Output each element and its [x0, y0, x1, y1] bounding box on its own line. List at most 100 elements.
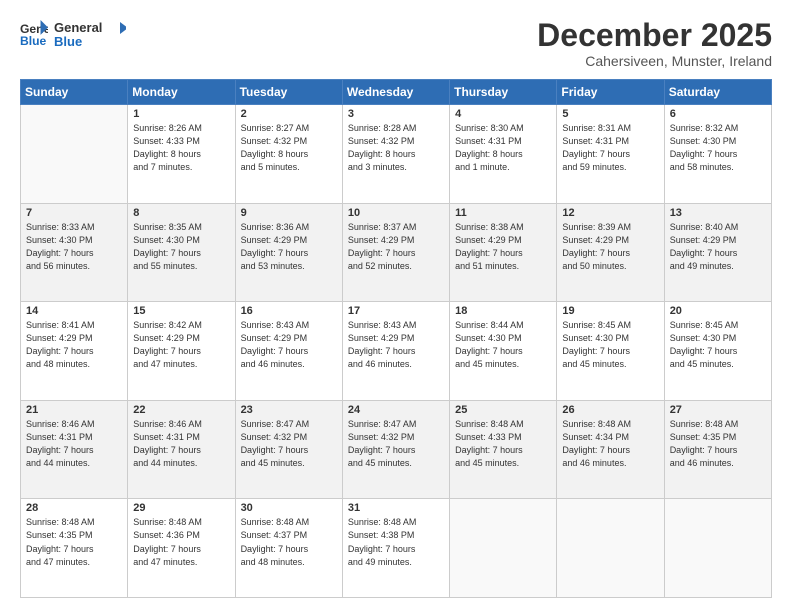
day-info: Sunrise: 8:42 AM Sunset: 4:29 PM Dayligh…	[133, 319, 229, 371]
day-info: Sunrise: 8:41 AM Sunset: 4:29 PM Dayligh…	[26, 319, 122, 371]
day-info: Sunrise: 8:27 AM Sunset: 4:32 PM Dayligh…	[241, 122, 337, 174]
day-info: Sunrise: 8:44 AM Sunset: 4:30 PM Dayligh…	[455, 319, 551, 371]
day-info: Sunrise: 8:45 AM Sunset: 4:30 PM Dayligh…	[562, 319, 658, 371]
subtitle: Cahersiveen, Munster, Ireland	[537, 53, 772, 69]
day-info: Sunrise: 8:28 AM Sunset: 4:32 PM Dayligh…	[348, 122, 444, 174]
col-thursday: Thursday	[450, 80, 557, 105]
col-friday: Friday	[557, 80, 664, 105]
table-row: 13 Sunrise: 8:40 AM Sunset: 4:29 PM Dayli…	[664, 203, 771, 302]
table-row: 9 Sunrise: 8:36 AM Sunset: 4:29 PM Daylig…	[235, 203, 342, 302]
day-info: Sunrise: 8:48 AM Sunset: 4:33 PM Dayligh…	[455, 418, 551, 470]
table-row: 24 Sunrise: 8:47 AM Sunset: 4:32 PM Dayli…	[342, 400, 449, 499]
day-number: 11	[455, 207, 551, 219]
day-number: 24	[348, 404, 444, 416]
logo-icon: General Blue	[20, 20, 48, 48]
day-info: Sunrise: 8:48 AM Sunset: 4:35 PM Dayligh…	[26, 516, 122, 568]
table-row: 11 Sunrise: 8:38 AM Sunset: 4:29 PM Dayli…	[450, 203, 557, 302]
table-row	[664, 499, 771, 598]
header: General Blue General Blue December 2025 …	[20, 18, 772, 69]
col-wednesday: Wednesday	[342, 80, 449, 105]
day-info: Sunrise: 8:48 AM Sunset: 4:34 PM Dayligh…	[562, 418, 658, 470]
calendar-week-row: 14 Sunrise: 8:41 AM Sunset: 4:29 PM Dayli…	[21, 302, 772, 401]
logo-svg: General Blue	[54, 18, 126, 50]
day-info: Sunrise: 8:40 AM Sunset: 4:29 PM Dayligh…	[670, 221, 766, 273]
day-number: 20	[670, 305, 766, 317]
day-number: 19	[562, 305, 658, 317]
day-info: Sunrise: 8:47 AM Sunset: 4:32 PM Dayligh…	[348, 418, 444, 470]
table-row: 15 Sunrise: 8:42 AM Sunset: 4:29 PM Dayli…	[128, 302, 235, 401]
table-row: 28 Sunrise: 8:48 AM Sunset: 4:35 PM Dayli…	[21, 499, 128, 598]
day-info: Sunrise: 8:47 AM Sunset: 4:32 PM Dayligh…	[241, 418, 337, 470]
table-row: 19 Sunrise: 8:45 AM Sunset: 4:30 PM Dayli…	[557, 302, 664, 401]
day-info: Sunrise: 8:46 AM Sunset: 4:31 PM Dayligh…	[133, 418, 229, 470]
day-number: 9	[241, 207, 337, 219]
day-number: 4	[455, 108, 551, 120]
day-number: 22	[133, 404, 229, 416]
table-row: 29Sunrise: 8:48 AM Sunset: 4:36 PM Dayli…	[128, 499, 235, 598]
day-info: Sunrise: 8:38 AM Sunset: 4:29 PM Dayligh…	[455, 221, 551, 273]
table-row: 17Sunrise: 8:43 AM Sunset: 4:29 PM Dayli…	[342, 302, 449, 401]
col-monday: Monday	[128, 80, 235, 105]
day-number: 16	[241, 305, 337, 317]
col-saturday: Saturday	[664, 80, 771, 105]
day-number: 13	[670, 207, 766, 219]
day-number: 31	[348, 502, 444, 514]
day-number: 14	[26, 305, 122, 317]
table-row: 20 Sunrise: 8:45 AM Sunset: 4:30 PM Dayli…	[664, 302, 771, 401]
calendar-table: Sunday Monday Tuesday Wednesday Thursday…	[20, 79, 772, 598]
day-number: 27	[670, 404, 766, 416]
table-row: 3Sunrise: 8:28 AM Sunset: 4:32 PM Daylig…	[342, 105, 449, 204]
day-number: 17	[348, 305, 444, 317]
table-row: 23Sunrise: 8:47 AM Sunset: 4:32 PM Dayli…	[235, 400, 342, 499]
table-row	[557, 499, 664, 598]
svg-text:Blue: Blue	[54, 34, 82, 49]
day-number: 1	[133, 108, 229, 120]
day-info: Sunrise: 8:45 AM Sunset: 4:30 PM Dayligh…	[670, 319, 766, 371]
table-row: 5Sunrise: 8:31 AM Sunset: 4:31 PM Daylig…	[557, 105, 664, 204]
table-row: 16Sunrise: 8:43 AM Sunset: 4:29 PM Dayli…	[235, 302, 342, 401]
day-number: 28	[26, 502, 122, 514]
table-row: 10Sunrise: 8:37 AM Sunset: 4:29 PM Dayli…	[342, 203, 449, 302]
table-row: 1Sunrise: 8:26 AM Sunset: 4:33 PM Daylig…	[128, 105, 235, 204]
day-info: Sunrise: 8:36 AM Sunset: 4:29 PM Dayligh…	[241, 221, 337, 273]
table-row: 21 Sunrise: 8:46 AM Sunset: 4:31 PM Dayli…	[21, 400, 128, 499]
table-row	[450, 499, 557, 598]
calendar-header-row: Sunday Monday Tuesday Wednesday Thursday…	[21, 80, 772, 105]
day-number: 10	[348, 207, 444, 219]
day-number: 26	[562, 404, 658, 416]
day-number: 5	[562, 108, 658, 120]
table-row: 27 Sunrise: 8:48 AM Sunset: 4:35 PM Dayli…	[664, 400, 771, 499]
day-number: 15	[133, 305, 229, 317]
day-info: Sunrise: 8:48 AM Sunset: 4:37 PM Dayligh…	[241, 516, 337, 568]
table-row: 22 Sunrise: 8:46 AM Sunset: 4:31 PM Dayli…	[128, 400, 235, 499]
day-number: 29	[133, 502, 229, 514]
svg-text:General: General	[54, 20, 102, 35]
day-info: Sunrise: 8:32 AM Sunset: 4:30 PM Dayligh…	[670, 122, 766, 174]
day-number: 12	[562, 207, 658, 219]
table-row	[21, 105, 128, 204]
table-row: 12 Sunrise: 8:39 AM Sunset: 4:29 PM Dayli…	[557, 203, 664, 302]
day-info: Sunrise: 8:48 AM Sunset: 4:38 PM Dayligh…	[348, 516, 444, 568]
day-info: Sunrise: 8:46 AM Sunset: 4:31 PM Dayligh…	[26, 418, 122, 470]
col-tuesday: Tuesday	[235, 80, 342, 105]
svg-text:Blue: Blue	[20, 34, 47, 48]
calendar-week-row: 7Sunrise: 8:33 AM Sunset: 4:30 PM Daylig…	[21, 203, 772, 302]
table-row: 4Sunrise: 8:30 AM Sunset: 4:31 PM Daylig…	[450, 105, 557, 204]
day-number: 7	[26, 207, 122, 219]
table-row: 18 Sunrise: 8:44 AM Sunset: 4:30 PM Dayli…	[450, 302, 557, 401]
day-info: Sunrise: 8:39 AM Sunset: 4:29 PM Dayligh…	[562, 221, 658, 273]
month-title: December 2025	[537, 18, 772, 53]
table-row: 31 Sunrise: 8:48 AM Sunset: 4:38 PM Dayli…	[342, 499, 449, 598]
table-row: 26 Sunrise: 8:48 AM Sunset: 4:34 PM Dayli…	[557, 400, 664, 499]
col-sunday: Sunday	[21, 80, 128, 105]
day-number: 21	[26, 404, 122, 416]
title-block: December 2025 Cahersiveen, Munster, Irel…	[537, 18, 772, 69]
day-number: 18	[455, 305, 551, 317]
calendar-week-row: 21 Sunrise: 8:46 AM Sunset: 4:31 PM Dayli…	[21, 400, 772, 499]
table-row: 6Sunrise: 8:32 AM Sunset: 4:30 PM Daylig…	[664, 105, 771, 204]
table-row: 30Sunrise: 8:48 AM Sunset: 4:37 PM Dayli…	[235, 499, 342, 598]
table-row: 8Sunrise: 8:35 AM Sunset: 4:30 PM Daylig…	[128, 203, 235, 302]
day-number: 2	[241, 108, 337, 120]
day-info: Sunrise: 8:48 AM Sunset: 4:35 PM Dayligh…	[670, 418, 766, 470]
table-row: 7Sunrise: 8:33 AM Sunset: 4:30 PM Daylig…	[21, 203, 128, 302]
